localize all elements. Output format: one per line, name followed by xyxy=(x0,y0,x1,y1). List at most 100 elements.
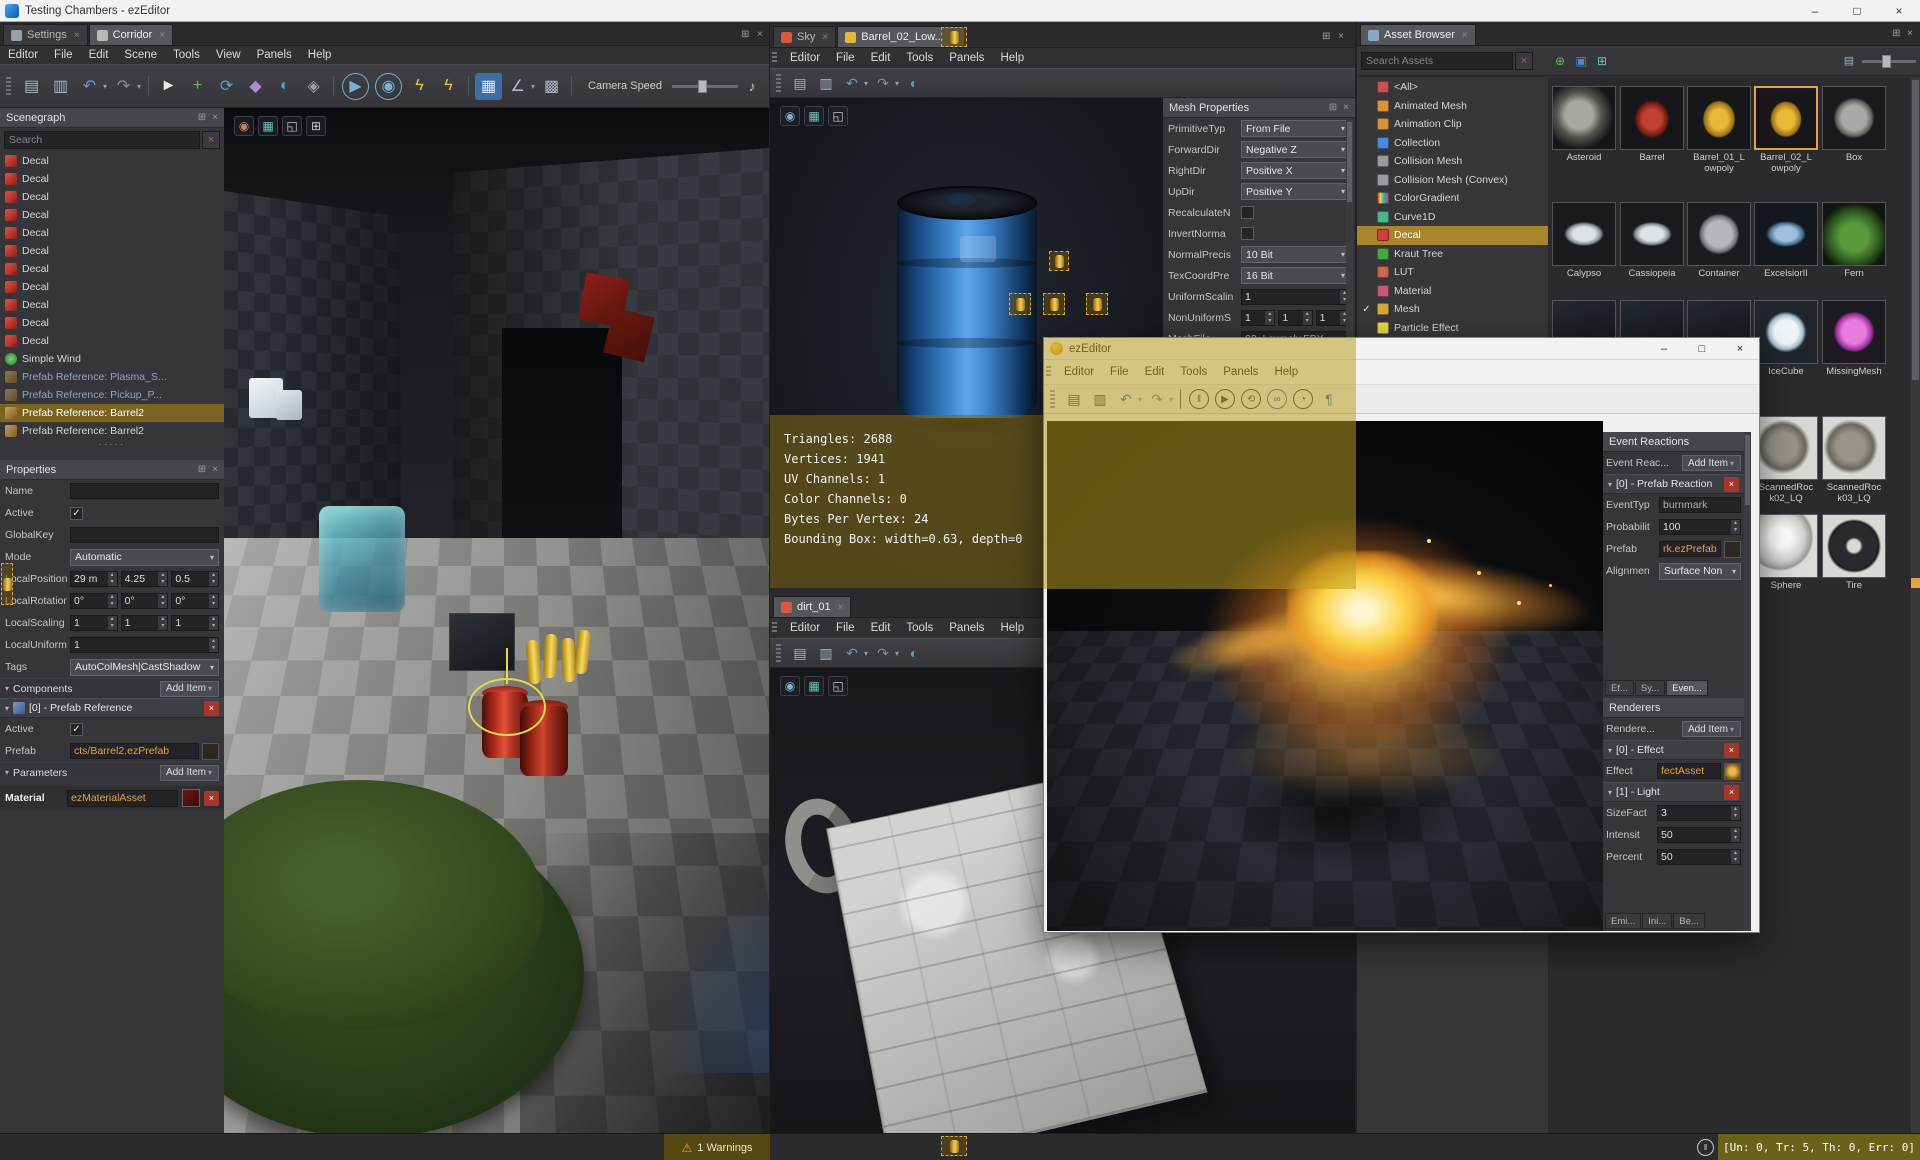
chevron-down-icon[interactable]: ▾ xyxy=(137,82,141,91)
scenegraph-item-decal[interactable]: Decal xyxy=(0,278,224,296)
spinbox[interactable]: 1 ▴ ▾ xyxy=(70,615,118,631)
spin-up-icon[interactable]: ▴ xyxy=(209,594,218,601)
close-icon[interactable]: × xyxy=(1338,31,1344,42)
save-all-icon[interactable]: ▥ xyxy=(47,73,74,100)
spin-up-icon[interactable]: ▴ xyxy=(158,594,167,601)
open-icon[interactable]: ▥ xyxy=(1088,387,1112,411)
fullscreen-icon[interactable]: ◱ xyxy=(282,116,302,136)
import-asset-icon[interactable]: ▣ xyxy=(1572,52,1590,70)
prefab-reaction-group-header[interactable]: ▾ [0] - Prefab Reaction × xyxy=(1603,474,1744,494)
spinbox[interactable]: 3 ▴ ▾ xyxy=(1657,805,1741,821)
spinbox[interactable]: 1 ▴ ▾ xyxy=(70,637,219,653)
spin-down-icon[interactable]: ▾ xyxy=(158,579,167,586)
close-icon[interactable]: × xyxy=(212,112,218,123)
spin-down-icon[interactable]: ▾ xyxy=(209,601,218,608)
menu-item-tools[interactable]: Tools xyxy=(898,50,941,66)
spin-up-icon[interactable]: ▴ xyxy=(209,616,218,623)
spinbox[interactable]: 1 ▴ ▾ xyxy=(1315,309,1350,326)
close-icon[interactable]: × xyxy=(159,30,165,41)
asset-type-animated-mesh[interactable]: Animated Mesh xyxy=(1357,97,1548,116)
spin-down-icon[interactable]: ▾ xyxy=(209,623,218,630)
dropdown[interactable]: Positive Y ▾ xyxy=(1241,183,1350,200)
redo-icon[interactable]: ↷ xyxy=(1145,387,1169,411)
renderer-group-header-1[interactable]: ▾ [1] - Light × xyxy=(1603,782,1744,802)
view-options-icon[interactable]: ⊞ xyxy=(1593,52,1611,70)
close-icon[interactable]: × xyxy=(822,32,828,43)
dropdown[interactable]: Negative Z ▾ xyxy=(1241,141,1350,158)
add-renderer-button[interactable]: Add Item ▾ xyxy=(1681,721,1741,737)
sound-toggle-icon[interactable]: ♪ xyxy=(740,74,764,98)
asset-type-collection[interactable]: Collection xyxy=(1357,134,1548,153)
scenegraph-item-prefab-reference-barrel2[interactable]: Prefab Reference: Barrel2 xyxy=(0,404,224,422)
spin-down-icon[interactable]: ▾ xyxy=(1731,857,1740,864)
add-parameter-button[interactable]: Add Item ▾ xyxy=(159,764,219,781)
menu-item-editor[interactable]: Editor xyxy=(782,620,828,636)
tab-sky[interactable]: Sky × xyxy=(773,26,837,47)
run-project-icon[interactable]: ϟ xyxy=(435,73,462,100)
scene-viewport[interactable]: ◉ ▦ ◱ ⊞ xyxy=(224,108,770,1133)
chevron-down-icon[interactable]: ▾ xyxy=(5,684,9,693)
close-icon[interactable]: × xyxy=(1462,30,1468,41)
menu-item-tools[interactable]: Tools xyxy=(1172,364,1215,380)
chevron-down-icon[interactable]: ▾ xyxy=(895,649,899,658)
spin-down-icon[interactable]: ▾ xyxy=(158,601,167,608)
spin-down-icon[interactable]: ▾ xyxy=(158,623,167,630)
scenegraph-item-decal[interactable]: Decal xyxy=(0,188,224,206)
render-mode-icon[interactable]: ◐ xyxy=(902,71,926,95)
spinbox[interactable]: 1 ▴ ▾ xyxy=(171,615,220,631)
scenegraph-item-decal[interactable]: Decal xyxy=(0,332,224,350)
chevron-down-icon[interactable]: ▾ xyxy=(1608,480,1612,489)
menu-item-edit[interactable]: Edit xyxy=(863,50,899,66)
spin-down-icon[interactable]: ▾ xyxy=(108,579,117,586)
text-input[interactable]: burnmark xyxy=(1659,497,1741,513)
menu-item-file[interactable]: File xyxy=(46,47,81,63)
asset-type-material[interactable]: Material xyxy=(1357,282,1548,301)
asset-type-collision-mesh-convex[interactable]: Collision Mesh (Convex) xyxy=(1357,171,1548,190)
camera-icon[interactable]: ◉ xyxy=(780,676,800,696)
menu-item-file[interactable]: File xyxy=(828,620,863,636)
checkbox[interactable]: ✓ xyxy=(70,722,83,736)
window-titlebar[interactable]: Testing Chambers - ezEditor – □ × xyxy=(0,0,1920,22)
scenegraph-panel-titlebar[interactable]: Scenegraph ⊞ × xyxy=(0,108,224,128)
dock-icon[interactable]: ⊞ xyxy=(198,112,206,123)
close-icon[interactable]: × xyxy=(1907,28,1913,39)
search-clear-icon[interactable]: × xyxy=(202,131,220,149)
undo-icon[interactable]: ↶ xyxy=(840,71,864,95)
dock-icon[interactable]: ⊞ xyxy=(741,29,749,40)
tab-dirt-01[interactable]: dirt_01 × xyxy=(773,596,852,617)
scenegraph-item-decal[interactable]: Decal xyxy=(0,152,224,170)
spin-down-icon[interactable]: ▾ xyxy=(108,601,117,608)
chevron-down-icon[interactable]: ▾ xyxy=(531,82,535,91)
asset-type-animation-clip[interactable]: Animation Clip xyxy=(1357,115,1548,134)
menu-item-file[interactable]: File xyxy=(1102,364,1137,380)
scenegraph-item-decal[interactable]: Decal xyxy=(0,242,224,260)
warnings-button[interactable]: ⚠ 1 Warnings xyxy=(664,1134,770,1160)
scenegraph-item-decal[interactable]: Decal xyxy=(0,224,224,242)
menu-item-tools[interactable]: Tools xyxy=(165,47,208,63)
chevron-down-icon[interactable]: ▾ xyxy=(1608,746,1612,755)
camera-icon[interactable]: ◉ xyxy=(234,116,254,136)
menu-item-edit[interactable]: Edit xyxy=(863,620,899,636)
menu-item-tools[interactable]: Tools xyxy=(898,620,941,636)
save-icon[interactable]: ▤ xyxy=(788,641,812,665)
pause-status-icon[interactable]: ‖ xyxy=(1697,1139,1714,1156)
grid-icon[interactable]: ▦ xyxy=(804,106,824,126)
remove-button[interactable]: × xyxy=(1724,784,1739,800)
asset-type-curve1d[interactable]: Curve1D xyxy=(1357,208,1548,227)
scenegraph-item-simple-wind[interactable]: Simple Wind xyxy=(0,350,224,368)
menu-item-editor[interactable]: Editor xyxy=(782,50,828,66)
spinbox[interactable]: 4.25 ▴ ▾ xyxy=(120,571,169,587)
spinbox[interactable]: 50 ▴ ▾ xyxy=(1657,849,1741,865)
open-icon[interactable]: ▥ xyxy=(814,641,838,665)
restart-icon[interactable]: ⟲ xyxy=(1241,389,1262,409)
particle-editor-window[interactable]: ezEditor – □ × Editor File Edit Tools Panels… xyxy=(1043,337,1760,933)
scenegraph-item-decal[interactable]: Decal xyxy=(0,296,224,314)
renderers-titlebar[interactable]: Renderers xyxy=(1603,698,1744,718)
simulate-icon[interactable]: ◉ xyxy=(375,72,403,100)
spin-up-icon[interactable]: ▴ xyxy=(1303,311,1312,318)
spinbox[interactable]: 1 ▴ ▾ xyxy=(1241,288,1350,305)
spin-up-icon[interactable]: ▴ xyxy=(1731,806,1740,813)
menubar-grip[interactable] xyxy=(772,622,777,634)
undo-icon[interactable]: ↶ xyxy=(840,641,864,665)
spinbox[interactable]: 1 ▴ ▾ xyxy=(1241,309,1276,326)
